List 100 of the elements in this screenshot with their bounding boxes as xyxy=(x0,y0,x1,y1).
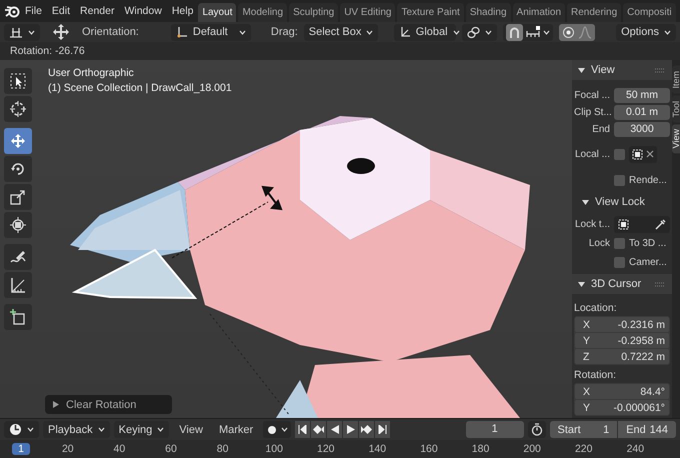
snap-toggle[interactable] xyxy=(506,24,523,40)
menu-item[interactable]: Help xyxy=(166,5,198,17)
workspace-tab[interactable]: Shading xyxy=(466,3,511,22)
axis-label: Y xyxy=(583,402,590,414)
value-field[interactable]: 50 mm xyxy=(614,88,670,102)
play-button[interactable] xyxy=(343,421,358,438)
workspace-tab[interactable]: Modeling xyxy=(238,3,288,22)
menu-item[interactable]: View xyxy=(173,424,209,436)
axis-label: X xyxy=(583,318,590,330)
pivot-icon xyxy=(9,26,23,38)
caret-icon xyxy=(452,30,460,34)
add-cube-icon xyxy=(10,309,26,325)
object-frame-icon xyxy=(632,148,643,160)
field-label: Lock t... xyxy=(574,218,610,230)
object-frame-icon xyxy=(618,218,629,230)
eyedropper-icon xyxy=(655,218,666,230)
workspace-tab[interactable]: Rendering xyxy=(567,3,622,22)
workspace-tab[interactable]: Sculpting xyxy=(289,3,338,22)
menu-dropdown[interactable]: Playback xyxy=(43,421,110,438)
section-label: Rotation: xyxy=(574,368,618,382)
caret-icon xyxy=(157,427,164,432)
subpanel-title: View Lock xyxy=(595,196,645,208)
jump-start-button[interactable] xyxy=(295,421,310,438)
ruler-icon xyxy=(10,277,26,293)
sidebar-tab[interactable]: Tool xyxy=(672,96,680,122)
value-field[interactable]: 0.01 m xyxy=(614,104,670,120)
current-frame-field[interactable]: 1 xyxy=(466,421,524,438)
tool-button[interactable] xyxy=(4,96,32,122)
axis-value: -0.2958 m xyxy=(618,334,665,346)
workspace-tab[interactable]: Animation xyxy=(512,3,565,22)
previous-keyframe-button[interactable] xyxy=(311,421,326,438)
tool-button[interactable] xyxy=(4,68,32,94)
tool-button[interactable] xyxy=(4,244,32,270)
frame-number: 80 xyxy=(216,443,230,455)
menu-item[interactable]: Render xyxy=(75,5,120,17)
frame-number: 200 xyxy=(522,443,542,455)
menu-item[interactable]: Edit xyxy=(46,5,76,17)
next-keyframe-button[interactable] xyxy=(359,421,374,438)
axis-label: X xyxy=(583,386,590,398)
frame-number: 40 xyxy=(112,443,126,455)
toggle-button[interactable] xyxy=(629,146,657,162)
tool-button[interactable] xyxy=(4,156,32,182)
move-arrows-icon xyxy=(10,133,26,149)
drag-dropdown[interactable]: Select Box xyxy=(304,24,378,40)
pivot-point-dropdown[interactable] xyxy=(462,24,497,40)
field-label: Lock xyxy=(588,238,610,248)
stopwatch-button[interactable] xyxy=(528,421,546,438)
editor-type-dropdown[interactable] xyxy=(4,421,39,438)
field-label: Local ... xyxy=(574,148,610,160)
axis-value: -0.2316 m xyxy=(618,318,665,330)
caret-icon xyxy=(366,30,374,34)
vector-field[interactable]: X 84.4° Y -0.000061° xyxy=(574,383,670,416)
menu-item[interactable]: Window xyxy=(119,5,167,17)
jump-end-button[interactable] xyxy=(375,421,390,438)
proportional-edit-toggle[interactable] xyxy=(558,24,595,40)
workspace-tab[interactable]: UV Editing xyxy=(340,3,396,22)
panel-header[interactable]: View xyxy=(572,60,672,80)
workspace-tab[interactable]: Texture Paint xyxy=(397,3,464,22)
end-frame-field[interactable]: End 144 xyxy=(618,421,676,438)
play-reverse-button[interactable] xyxy=(327,421,342,438)
menu-item[interactable]: Marker xyxy=(212,424,260,436)
tool-button[interactable] xyxy=(4,272,32,298)
checkbox[interactable] xyxy=(614,148,625,160)
caret-icon xyxy=(542,30,550,34)
record-button[interactable] xyxy=(263,421,292,438)
subpanel-header[interactable]: View Lock xyxy=(574,190,670,214)
move-arrows-icon xyxy=(52,23,70,41)
checkbox[interactable] xyxy=(614,238,625,248)
magnet-icon xyxy=(508,26,521,38)
tool-button[interactable] xyxy=(4,184,32,210)
redo-panel[interactable]: Clear Rotation xyxy=(45,395,172,414)
frame-number: 140 xyxy=(368,443,388,455)
checkbox[interactable] xyxy=(614,256,625,268)
checkbox[interactable] xyxy=(614,174,625,186)
field-label: End xyxy=(591,124,610,134)
tool-button[interactable] xyxy=(4,212,32,238)
last-operation-text: Rotation: -26.76 xyxy=(0,42,680,60)
menu-dropdown[interactable]: Keying xyxy=(114,421,170,438)
tool-button[interactable] xyxy=(4,304,32,330)
frame-number: 20 xyxy=(60,443,75,455)
menu-item[interactable]: File xyxy=(20,5,47,17)
snap-dropdown[interactable] xyxy=(502,24,553,40)
start-frame-field[interactable]: Start 1 xyxy=(550,421,618,438)
jump-start-icon xyxy=(298,425,308,434)
section-label: Location: xyxy=(574,301,618,315)
pivot-dropdown[interactable] xyxy=(4,24,40,40)
value-field[interactable]: 3000 xyxy=(614,122,670,136)
panel-header[interactable]: 3D Cursor xyxy=(572,274,672,294)
sidebar-tab[interactable]: View xyxy=(672,124,680,154)
object-field[interactable] xyxy=(614,216,670,232)
vector-field[interactable]: X -0.2316 m Y -0.2958 m Z 0.7222 m xyxy=(574,316,670,365)
blender-logo-icon xyxy=(4,4,20,18)
options-dropdown[interactable]: Options xyxy=(616,24,676,40)
sidebar-tab[interactable]: Item xyxy=(672,66,680,94)
workspace-tab[interactable]: Compositi xyxy=(623,3,676,22)
workspace-tab[interactable]: Layout xyxy=(198,3,236,22)
axis-value: -0.000061° xyxy=(614,402,665,414)
play-reverse-icon xyxy=(330,425,339,434)
view-name: User Orthographic xyxy=(48,66,135,81)
orientation-dropdown[interactable]: Default xyxy=(170,24,251,40)
